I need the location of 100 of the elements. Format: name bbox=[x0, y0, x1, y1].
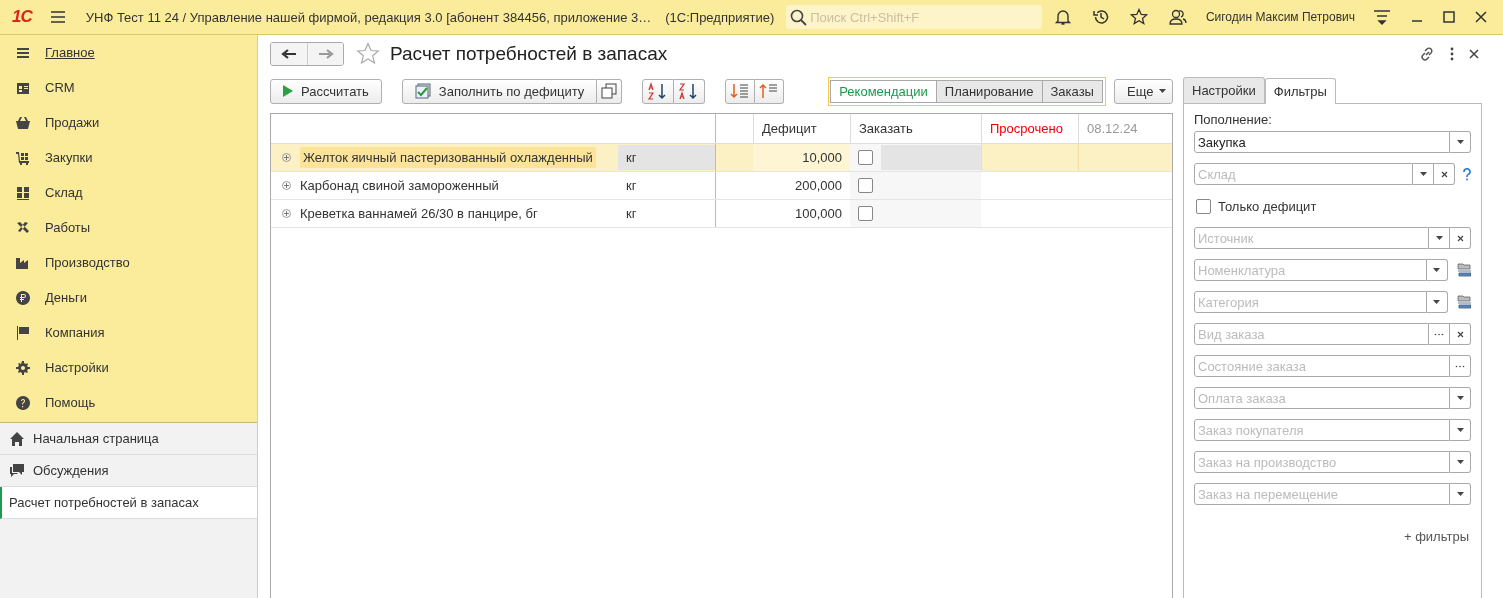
ellipsis-icon bbox=[1455, 364, 1465, 368]
folder-list-icon[interactable] bbox=[1455, 262, 1471, 278]
section-link[interactable]: Работы bbox=[0, 210, 257, 245]
table-row[interactable]: Желток яичный пастеризованный охлажденный кг 10,000 bbox=[271, 144, 1172, 172]
dropdown-button[interactable] bbox=[1450, 419, 1471, 441]
checkbox[interactable] bbox=[1196, 198, 1211, 214]
input-field[interactable]: Источник bbox=[1194, 227, 1429, 249]
input-field[interactable]: Состояние заказа bbox=[1194, 355, 1450, 377]
section-link[interactable]: Настройки bbox=[0, 350, 257, 385]
expand-icon[interactable] bbox=[282, 153, 291, 162]
expand-icon[interactable] bbox=[282, 209, 291, 218]
dropdown-button[interactable] bbox=[1429, 227, 1450, 249]
open-window-tab[interactable]: Расчет потребностей в запасах bbox=[0, 487, 257, 519]
add-filters-link[interactable]: + фильтры bbox=[1403, 529, 1469, 544]
back-button[interactable] bbox=[271, 43, 307, 65]
dropdown-button[interactable] bbox=[1450, 451, 1471, 473]
clear-icon bbox=[1456, 330, 1464, 338]
input-field[interactable]: Закупка bbox=[1194, 131, 1450, 153]
view-tab[interactable]: Рекомендации bbox=[830, 79, 937, 103]
clear-button[interactable] bbox=[1450, 323, 1471, 345]
link-icon[interactable] bbox=[1419, 46, 1435, 62]
table-cell: Креветка ваннамей 26/30 в панцире, бг bbox=[300, 206, 538, 221]
expand-icon[interactable] bbox=[282, 181, 291, 190]
clear-button[interactable] bbox=[1434, 163, 1456, 185]
column-header: 08.12.24 bbox=[1078, 114, 1172, 143]
dropdown-button[interactable] bbox=[1450, 483, 1471, 505]
list-arrow-up-icon bbox=[759, 82, 780, 100]
more-icon[interactable] bbox=[1449, 47, 1455, 61]
caret-icon bbox=[1159, 89, 1167, 93]
input-field[interactable]: Вид заказа bbox=[1194, 323, 1429, 345]
panel-tab[interactable]: Настройки bbox=[1183, 77, 1265, 103]
section-link[interactable]: Продажи bbox=[0, 105, 257, 140]
move-up-button[interactable] bbox=[755, 78, 785, 104]
close-icon[interactable] bbox=[1469, 49, 1479, 59]
checkbox[interactable] bbox=[858, 150, 873, 165]
table-cell-text: 100,000 bbox=[794, 205, 843, 223]
section-link[interactable]: Склад bbox=[0, 175, 257, 210]
clear-button[interactable] bbox=[1450, 227, 1471, 249]
table-cell: Карбонад свиной замороженный bbox=[300, 178, 499, 193]
table-row[interactable]: Карбонад свиной замороженный кг 200,000 bbox=[271, 172, 1172, 200]
fill-button[interactable]: Заполнить по дефициту bbox=[401, 78, 598, 104]
section-link[interactable]: Компания bbox=[0, 315, 257, 350]
section-icon bbox=[15, 114, 31, 131]
dropdown-button[interactable] bbox=[1413, 163, 1435, 185]
table-cell-text: кг bbox=[625, 205, 638, 223]
user-name[interactable]: Сигодин Максим Петрович bbox=[1205, 10, 1355, 24]
section-link[interactable]: Производство bbox=[0, 245, 257, 280]
panel-tab[interactable]: Фильтры bbox=[1264, 78, 1336, 104]
checklist-icon bbox=[414, 83, 431, 99]
table-row[interactable]: Креветка ваннамей 26/30 в панцире, бг кг 100,000 bbox=[271, 200, 1172, 228]
dropdown-button[interactable] bbox=[1426, 291, 1448, 313]
more-button[interactable]: Еще bbox=[1113, 78, 1174, 104]
caret-icon bbox=[1456, 140, 1464, 144]
section-link[interactable]: CRM bbox=[0, 70, 257, 105]
column-header: Просрочено bbox=[981, 114, 1078, 143]
folder-list-icon[interactable] bbox=[1455, 294, 1471, 310]
help-icon[interactable] bbox=[1463, 167, 1471, 181]
clear-icon bbox=[1440, 170, 1448, 178]
caret-icon bbox=[1435, 236, 1443, 240]
caret-icon bbox=[1456, 428, 1464, 432]
caret-icon bbox=[1456, 396, 1464, 400]
section-link[interactable]: Помощь bbox=[0, 385, 257, 420]
input-field[interactable]: Склад bbox=[1194, 163, 1414, 185]
caret-icon bbox=[1433, 300, 1441, 304]
dropdown-button[interactable] bbox=[1450, 387, 1471, 409]
list-arrow-down-icon bbox=[730, 82, 751, 100]
copy-button[interactable] bbox=[597, 78, 623, 104]
section-icon bbox=[15, 324, 31, 341]
input-field[interactable]: Заказ покупателя bbox=[1194, 419, 1450, 441]
dropdown-button[interactable] bbox=[1450, 131, 1471, 153]
calculate-button[interactable]: Рассчитать bbox=[270, 78, 382, 104]
input-field[interactable]: Заказ на производство bbox=[1194, 451, 1450, 473]
play-icon bbox=[283, 85, 293, 97]
input-field[interactable]: Оплата заказа bbox=[1194, 387, 1450, 409]
star-icon[interactable] bbox=[356, 42, 380, 66]
view-tab[interactable]: Заказы bbox=[1041, 79, 1103, 103]
dropdown-button[interactable] bbox=[1426, 259, 1448, 281]
home-icon bbox=[9, 430, 25, 447]
window-title: УНФ Тест 11 24 / Управление нашей фирмой, редакция 3.0 [абонент 384456, приложение 3… bbox=[85, 9, 652, 25]
table-cell: 10,000 bbox=[753, 144, 850, 171]
sort-descending-button[interactable] bbox=[674, 78, 706, 104]
section-link[interactable]: Главное bbox=[0, 35, 257, 70]
sort-ascending-button[interactable] bbox=[642, 78, 675, 104]
section-icon bbox=[15, 219, 31, 236]
table-cell: Желток яичный пастеризованный охлажденный bbox=[300, 147, 596, 168]
checkbox[interactable] bbox=[858, 206, 873, 221]
move-down-button[interactable] bbox=[725, 78, 756, 104]
platform-label: (1С:Предприятие) bbox=[665, 9, 775, 25]
input-field[interactable]: Категория bbox=[1194, 291, 1427, 313]
input-field[interactable]: Заказ на перемещение bbox=[1194, 483, 1450, 505]
view-tab[interactable]: Планирование bbox=[935, 79, 1043, 103]
caret-icon bbox=[1419, 172, 1427, 176]
copy-icon bbox=[601, 83, 618, 99]
section-link[interactable]: Деньги bbox=[0, 280, 257, 315]
section-link[interactable]: Закупки bbox=[0, 140, 257, 175]
checkbox[interactable] bbox=[858, 178, 873, 193]
form-title: Расчет потребностей в запасах bbox=[390, 43, 668, 65]
logo: 1С bbox=[12, 7, 32, 27]
input-field[interactable]: Номенклатура bbox=[1194, 259, 1427, 281]
section-icon bbox=[15, 149, 31, 166]
